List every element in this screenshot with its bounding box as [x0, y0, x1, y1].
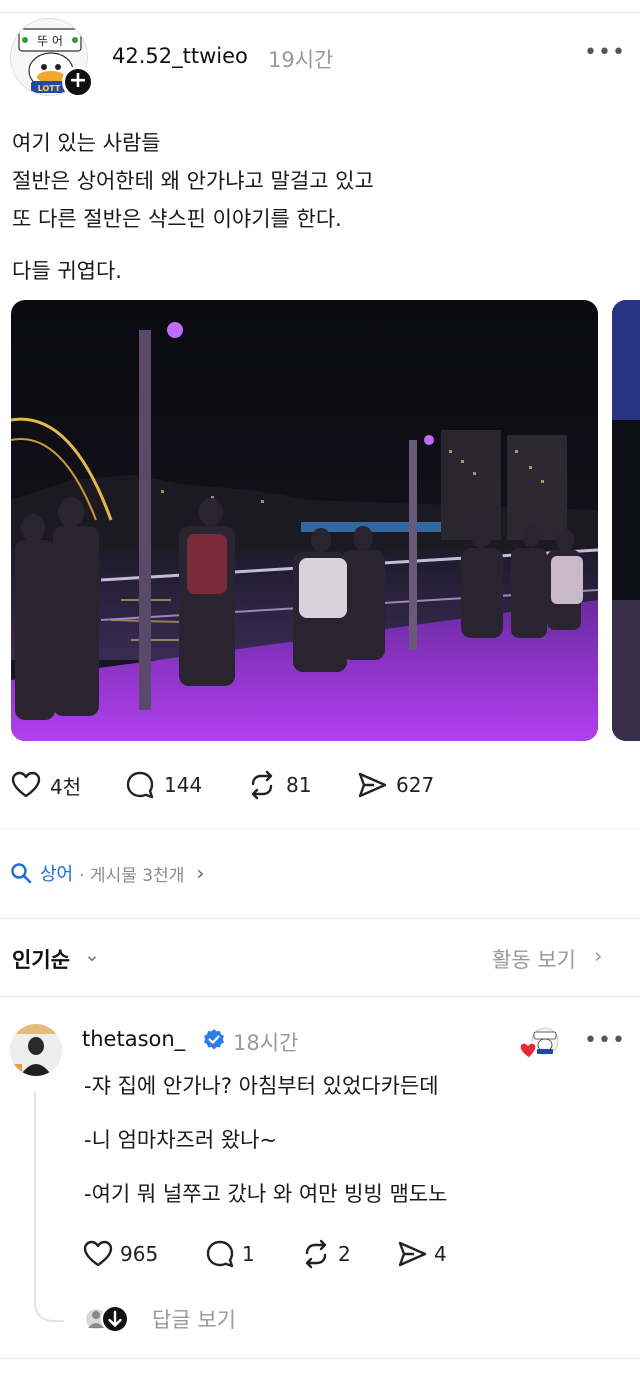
post-body: 여기 있는 사람들 절반은 상어한테 왜 안가냐고 말걸고 있고 또 다른 절반…: [12, 124, 622, 290]
sort-dropdown[interactable]: 인기순: [12, 944, 70, 974]
reply-line: -여기 뭐 널쭈고 갔나 와 여만 빙빙 맴도노: [84, 1182, 448, 1206]
post-photo[interactable]: [11, 300, 598, 741]
topic-tag-row[interactable]: 상어 · 게시물 3천개 ›: [10, 858, 204, 888]
thread-line: [34, 1092, 64, 1322]
reply-like-button[interactable]: 965: [82, 1238, 158, 1270]
post-time: 19시간: [268, 48, 334, 72]
post-line: 절반은 상어한테 왜 안가냐고 말걸고 있고: [12, 169, 374, 193]
topic-post-count: · 게시물 3천개: [79, 865, 185, 886]
reply-avatars-icon: [84, 1305, 129, 1333]
repost-icon: [251, 770, 273, 800]
svg-text:LOTT: LOTT: [38, 84, 61, 93]
heart-icon: [83, 1240, 113, 1267]
next-photo-image: [612, 300, 640, 741]
reply-author-avatar[interactable]: [10, 1024, 62, 1076]
night-promenade-image: [11, 300, 598, 741]
follow-plus-button[interactable]: +: [62, 66, 94, 98]
heart-icon: [11, 771, 41, 798]
post-username[interactable]: 42.52_ttwieo: [112, 44, 248, 68]
repost-icon: [305, 1239, 327, 1269]
post-more-menu[interactable]: •••: [584, 40, 626, 65]
topic-tag[interactable]: 상어: [40, 860, 73, 886]
post-repost-button[interactable]: 81: [246, 768, 311, 802]
chevron-down-icon[interactable]: ⌄: [84, 944, 100, 966]
comment-icon: [206, 1240, 234, 1268]
reply-repost-count: 2: [338, 1242, 351, 1266]
reply-username[interactable]: thetason_: [82, 1027, 185, 1051]
post-line: 또 다른 절반은 샥스핀 이야기를 한다.: [12, 207, 342, 231]
post-share-count: 627: [396, 773, 435, 797]
verified-badge-icon: [204, 1029, 224, 1050]
post-share-button[interactable]: 627: [356, 768, 434, 802]
reply-share-count: 4: [434, 1242, 447, 1266]
view-activity-link[interactable]: 활동 보기: [492, 944, 576, 974]
top-divider: [0, 12, 640, 13]
comment-icon: [126, 771, 154, 799]
search-icon: [11, 863, 32, 884]
chevron-right-icon: ›: [594, 944, 603, 968]
reply-time: 18시간: [233, 1031, 299, 1055]
share-icon: [398, 1241, 427, 1267]
reply-repost-button[interactable]: 2: [300, 1238, 351, 1270]
share-icon: [358, 772, 387, 798]
post-comment-count: 144: [164, 773, 203, 797]
post-like-button[interactable]: 4천: [10, 768, 81, 802]
reply-like-count: 965: [120, 1242, 159, 1266]
post-repost-count: 81: [286, 773, 312, 797]
reply-comment-button[interactable]: 1: [204, 1238, 255, 1270]
view-replies-link[interactable]: 답글 보기: [152, 1304, 236, 1334]
post-comment-button[interactable]: 144: [124, 768, 202, 802]
reply-share-button[interactable]: 4: [396, 1238, 447, 1270]
reply-line: -쟈 집에 안가나? 아침부터 있었다카든데: [84, 1074, 439, 1098]
post-line: 여기 있는 사람들: [12, 131, 161, 155]
divider: [0, 996, 640, 997]
svg-text:뚜 어: 뚜 어: [37, 34, 63, 48]
next-photo-peek[interactable]: [612, 300, 640, 741]
reply-line: -니 엄마차즈러 왔나~: [84, 1128, 278, 1152]
divider: [0, 918, 640, 919]
divider: [0, 828, 640, 829]
divider: [0, 1358, 640, 1359]
post-line: 다들 귀엽다.: [12, 259, 122, 283]
person-photo-avatar: [10, 1024, 62, 1076]
post-like-count: 4천: [50, 774, 82, 799]
chevron-right-icon: ›: [196, 861, 205, 885]
reply-more-menu[interactable]: •••: [584, 1028, 626, 1053]
author-liked-icon: [520, 1027, 559, 1059]
reply-comment-count: 1: [242, 1242, 255, 1266]
